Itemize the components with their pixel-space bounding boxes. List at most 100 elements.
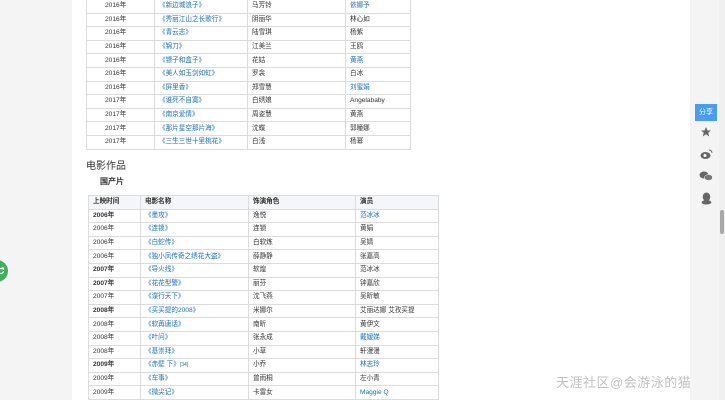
- vertical-scrollbar[interactable]: [719, 0, 725, 400]
- film-role: 卡雷女: [253, 388, 273, 396]
- scrollbar-thumb[interactable]: [720, 210, 724, 234]
- tv-actor: 杨紫: [350, 29, 364, 37]
- tv-year: 2016年: [105, 83, 127, 91]
- film-role-cell: 薛静静: [248, 249, 356, 264]
- film-title-link[interactable]: 《导火线》: [145, 266, 178, 273]
- tv-role-cell: 江美兰: [247, 39, 346, 55]
- film-year: 2008年: [93, 320, 115, 328]
- tv-actor-link[interactable]: 黄燕: [350, 57, 363, 64]
- film-title-link[interactable]: 《赤壁 下》: [145, 361, 180, 368]
- tv-table-row: 2017年 《南京爱情》 周姿慧 黄燕: [86, 107, 411, 123]
- film-title-link[interactable]: 《谍行天下》: [145, 293, 185, 300]
- tv-title-link[interactable]: 《新边城浪子》: [159, 2, 205, 9]
- wechat-icon[interactable]: [695, 165, 717, 187]
- qq-icon[interactable]: [695, 187, 717, 209]
- film-table-row: 2008年 《买买提的2008》 米娜尔 艾丽达娜 艾孜买提: [88, 303, 439, 319]
- film-role: 逸悦: [253, 211, 267, 219]
- film-title-link[interactable]: 《连锁》: [145, 225, 171, 232]
- tv-title-link[interactable]: 《谁死不自寞》: [159, 97, 205, 104]
- tv-actor-cell: Angelababy: [345, 94, 411, 109]
- film-table-row: 2006年 《墨攻》 逸悦 范冰冰: [88, 208, 439, 224]
- tv-table-row: 2017年 《三生三世十里桃花》 白浅 杨幂: [86, 134, 411, 150]
- film-actor-cell: 钟嘉欣: [355, 276, 439, 292]
- tv-table-row: 2017年 《谁死不自寞》 白绣娘 Angelababy: [86, 94, 411, 109]
- tv-role: 白浅: [252, 138, 266, 146]
- film-title-link[interactable]: 《花花型警》: [145, 280, 185, 287]
- film-year-cell: 2008年: [88, 330, 141, 346]
- film-role: 连锁: [253, 225, 267, 233]
- film-header-title: 电影名称: [140, 195, 249, 210]
- film-table-row: 2009年 《赤壁 下》[34] 小乔 林志玲: [88, 358, 439, 373]
- weibo-icon[interactable]: [695, 143, 717, 165]
- film-role: 软煌: [253, 266, 267, 274]
- film-title-link[interactable]: 《微尖记》: [145, 389, 178, 396]
- film-title-link[interactable]: 《墨攻》: [145, 212, 171, 219]
- film-actor: 钟嘉欣: [360, 279, 380, 287]
- film-year: 2006年: [93, 252, 115, 260]
- tv-year-cell: 2016年: [86, 12, 155, 28]
- film-title-cell: 《微尖记》: [140, 385, 249, 400]
- film-title-link[interactable]: 《独小凤传奇之绣花大盗》: [145, 253, 224, 260]
- tv-role-cell: 白绣娘: [247, 94, 346, 109]
- tv-actor-cell: 杨紫: [345, 26, 411, 41]
- film-title-link[interactable]: 《车事》: [145, 375, 171, 382]
- tv-year-cell: 2016年: [86, 39, 155, 55]
- film-actor-link[interactable]: 戴嫒娣: [360, 334, 380, 341]
- tv-role-cell: 沈蝶: [247, 121, 346, 136]
- film-actor: 艾丽达娜 艾孜买提: [360, 307, 415, 315]
- film-year: 2008年: [93, 347, 115, 355]
- share-button[interactable]: 分享: [695, 104, 717, 121]
- tv-actor: 郭瞳娜: [350, 124, 370, 132]
- citation-ref[interactable]: [34]: [180, 362, 188, 368]
- tv-role: 周姿慧: [252, 111, 272, 119]
- tv-title-link[interactable]: 《锦刀》: [159, 43, 185, 50]
- feedback-tab[interactable]: [0, 260, 8, 282]
- tv-actor-cell: 依娜予: [345, 0, 411, 14]
- tv-actor-cell: 郭瞳娜: [345, 121, 411, 136]
- tv-role-cell: 周姿慧: [247, 107, 346, 123]
- film-actor-cell: 艾丽达娜 艾孜买提: [355, 303, 439, 319]
- tv-table-row: 2016年 《镖子和盒子》 花姑 黄燕: [86, 53, 411, 68]
- tv-title-link[interactable]: 《美人如玉剑如虹》: [159, 70, 218, 77]
- tv-actor-link[interactable]: 依娜予: [350, 2, 370, 9]
- film-year: 2008年: [93, 334, 115, 342]
- tv-year-cell: 2017年: [86, 121, 155, 136]
- tv-title-link[interactable]: 《那片星空那片海》: [159, 125, 218, 132]
- tv-actor-link[interactable]: 刘蜜娟: [350, 84, 370, 91]
- film-actor-link[interactable]: Maggie Q: [360, 389, 389, 396]
- tv-actor-cell: 刘蜜娟: [345, 80, 411, 96]
- film-actor-cell: 林志玲: [355, 358, 439, 373]
- film-actor: 轩漫漫: [360, 347, 380, 355]
- favorite-star-icon[interactable]: [695, 121, 717, 143]
- film-title-link[interactable]: 《买买提的2008》: [145, 307, 199, 314]
- tv-title-link[interactable]: 《青云志》: [159, 29, 192, 36]
- film-table-row: 2007年 《谍行天下》 沈飞燕 吴昕敏: [88, 290, 439, 305]
- film-year: 2009年: [93, 361, 115, 369]
- film-actor-link[interactable]: 范冰冰: [360, 212, 380, 219]
- tv-actor: 王鸥: [350, 43, 364, 51]
- film-title-link[interactable]: 《叶问》: [145, 334, 171, 341]
- film-title-link[interactable]: 《软苒唐话》: [145, 321, 185, 328]
- tv-year: 2016年: [105, 70, 127, 78]
- tv-title-link[interactable]: 《屏里香》: [159, 84, 192, 91]
- film-year-cell: 2007年: [88, 276, 141, 292]
- tv-title-link[interactable]: 《秀丽江山之长歌行》: [159, 16, 225, 23]
- tv-title-link[interactable]: 《南京爱情》: [159, 111, 199, 118]
- film-actor: 左小青: [360, 375, 380, 383]
- film-table-row: 2007年 《花花型警》 丽芬 钟嘉欣: [88, 276, 439, 292]
- tv-title-link[interactable]: 《镖子和盒子》: [159, 57, 205, 64]
- film-title-link[interactable]: 《白蛇传》: [145, 239, 178, 246]
- tv-title-link[interactable]: 《三生三世十里桃花》: [159, 138, 225, 145]
- tv-year: 2016年: [105, 56, 127, 64]
- tv-role-cell: 郑雪慧: [247, 80, 346, 96]
- film-year: 2008年: [93, 307, 115, 315]
- film-actor-cell: 张嘉高: [355, 249, 439, 264]
- tv-role: 马芳铃: [252, 2, 272, 10]
- film-title-cell: 《软苒唐话》: [140, 317, 249, 332]
- film-year: 2006年: [93, 225, 115, 233]
- tv-role: 沈蝶: [252, 124, 266, 132]
- tv-year: 2017年: [105, 124, 127, 132]
- film-title-link[interactable]: 《基崇拜》: [145, 348, 178, 355]
- film-actor-cell: 范冰冰: [355, 262, 439, 278]
- film-actor-link[interactable]: 林志玲: [360, 361, 380, 368]
